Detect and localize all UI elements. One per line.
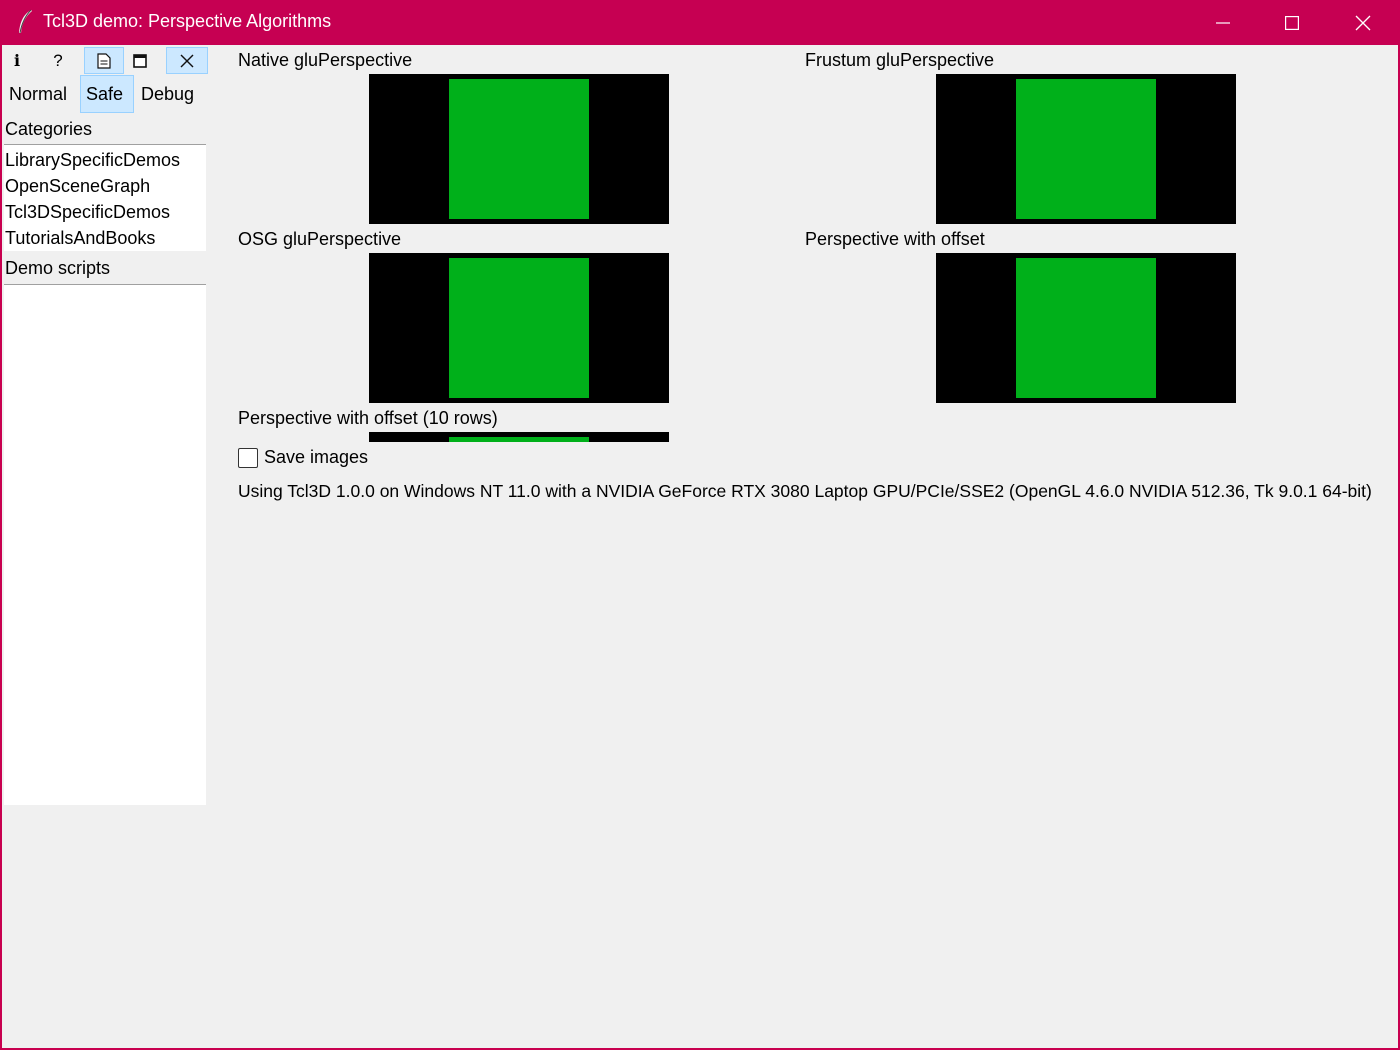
mode-debug[interactable]: Debug	[136, 75, 202, 113]
rendered-square	[449, 79, 589, 219]
list-item[interactable]: LibrarySpecificDemos	[4, 147, 206, 173]
panel-title-offset-rows: Perspective with offset (10 rows)	[238, 408, 498, 428]
categories-label: Categories	[5, 119, 93, 139]
save-images-option[interactable]: Save images	[238, 447, 368, 468]
window-title: Tcl3D demo: Perspective Algorithms	[43, 11, 332, 31]
window-icon	[133, 53, 147, 68]
panel-title-native: Native gluPerspective	[238, 50, 413, 70]
info-button[interactable]: i	[4, 47, 30, 74]
close-icon	[1355, 15, 1371, 30]
panel-title-offset: Perspective with offset	[805, 229, 985, 249]
feather-icon	[16, 9, 34, 35]
rendered-square	[449, 258, 589, 398]
offset-rows-perspective-view	[369, 432, 669, 442]
rendered-square	[1016, 79, 1156, 219]
panel-title-osg: OSG gluPerspective	[238, 229, 402, 249]
list-item[interactable]: Tcl3DSpecificDemos	[4, 199, 206, 225]
frustum-perspective-view	[936, 74, 1236, 224]
client-area: i ? Normal Safe Debug Categories Library…	[2, 45, 1398, 1048]
save-images-label: Save images	[264, 447, 369, 467]
close-icon	[180, 54, 194, 67]
demo-scripts-label: Demo scripts	[5, 258, 111, 278]
native-perspective-view	[369, 74, 669, 224]
minimize-icon	[1216, 21, 1230, 24]
rendered-square	[449, 437, 589, 442]
categories-list[interactable]: LibrarySpecificDemos OpenSceneGraph Tcl3…	[4, 144, 206, 251]
exit-button[interactable]	[166, 47, 208, 74]
list-item[interactable]: TutorialsAndBooks	[4, 225, 206, 251]
close-button[interactable]	[1328, 0, 1398, 45]
help-button[interactable]: ?	[44, 47, 72, 74]
osg-perspective-view	[369, 253, 669, 403]
save-images-checkbox[interactable]	[238, 447, 258, 468]
title-bar[interactable]: Tcl3D demo: Perspective Algorithms	[0, 0, 1400, 45]
mode-normal[interactable]: Normal	[4, 75, 78, 113]
window-button[interactable]	[126, 47, 154, 74]
source-button[interactable]	[84, 47, 124, 74]
help-icon: ?	[53, 50, 63, 70]
maximize-icon	[1285, 15, 1299, 30]
panel-title-frustum: Frustum gluPerspective	[805, 50, 995, 70]
system-info: Using Tcl3D 1.0.0 on Windows NT 11.0 wit…	[238, 481, 1372, 501]
info-icon: i	[13, 51, 21, 70]
rendered-square	[1016, 258, 1156, 398]
maximize-button[interactable]	[1257, 0, 1327, 45]
list-item[interactable]: OpenSceneGraph	[4, 173, 206, 199]
mode-safe[interactable]: Safe	[80, 75, 134, 113]
offset-perspective-view	[936, 253, 1236, 403]
demo-scripts-list[interactable]	[4, 284, 206, 805]
document-icon	[97, 52, 111, 69]
minimize-button[interactable]	[1188, 0, 1258, 45]
